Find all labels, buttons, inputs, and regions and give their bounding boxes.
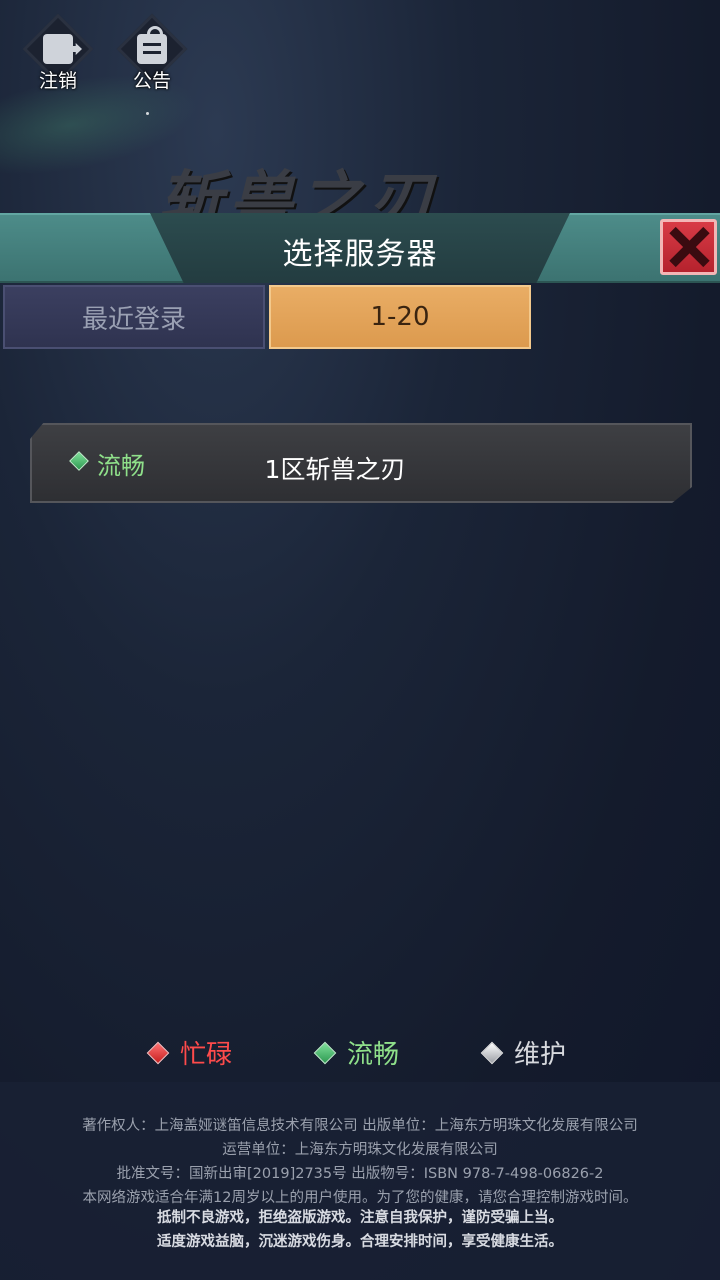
notice-button[interactable]: 公告	[112, 13, 192, 98]
tab-recent-login[interactable]: 最近登录	[3, 285, 265, 349]
footer-health-notice-1: 抵制不良游戏，拒绝盗版游戏。注意自我保护，谨防受骗上当。	[157, 1210, 563, 1226]
footer-approval: 批准文号：国新出审[2019]2735号 出版物号：ISBN 978-7-498…	[116, 1166, 604, 1182]
notice-icon	[137, 34, 167, 64]
logout-icon	[43, 34, 73, 64]
notice-label: 公告	[132, 70, 171, 92]
star	[146, 112, 149, 115]
close-icon	[669, 227, 709, 267]
footer-panel: 著作权人：上海盖娅谜笛信息技术有限公司 出版单位：上海东方明珠文化发展有限公司 …	[0, 1082, 720, 1280]
legend-smooth: 流畅	[313, 1034, 400, 1071]
footer-health-notice-2: 适度游戏益脑，沉迷游戏伤身。合理安排时间，享受健康生活。	[157, 1234, 563, 1250]
legend-busy-label: 忙碌	[180, 1040, 233, 1070]
server-status-label: 流畅	[97, 452, 145, 480]
footer-age-notice: 本网络游戏适合年满12周岁以上的用户使用。为了您的健康，请您合理控制游戏时间。	[82, 1190, 638, 1206]
logout-button[interactable]: 注销	[18, 13, 98, 98]
game-logo: 斩兽之刃	[158, 165, 438, 220]
tab-server-range[interactable]: 1-20	[269, 285, 531, 349]
footer-operator: 运营单位：上海东方明珠文化发展有限公司	[222, 1142, 498, 1158]
legend-maintenance-label: 维护	[514, 1040, 567, 1070]
footer-copyright: 著作权人：上海盖娅谜笛信息技术有限公司 出版单位：上海东方明珠文化发展有限公司	[82, 1118, 638, 1134]
smooth-status-icon	[313, 1041, 337, 1064]
maintenance-status-icon	[480, 1041, 504, 1064]
legend-busy: 忙碌	[146, 1034, 233, 1071]
legend-smooth-label: 流畅	[347, 1040, 400, 1070]
legend-maintenance: 维护	[480, 1034, 567, 1071]
server-name: 1区斩兽之刃	[264, 455, 406, 484]
close-button[interactable]	[660, 219, 717, 275]
busy-status-icon	[146, 1041, 170, 1064]
logout-label: 注销	[38, 70, 77, 92]
page-title: 选择服务器	[282, 237, 438, 272]
